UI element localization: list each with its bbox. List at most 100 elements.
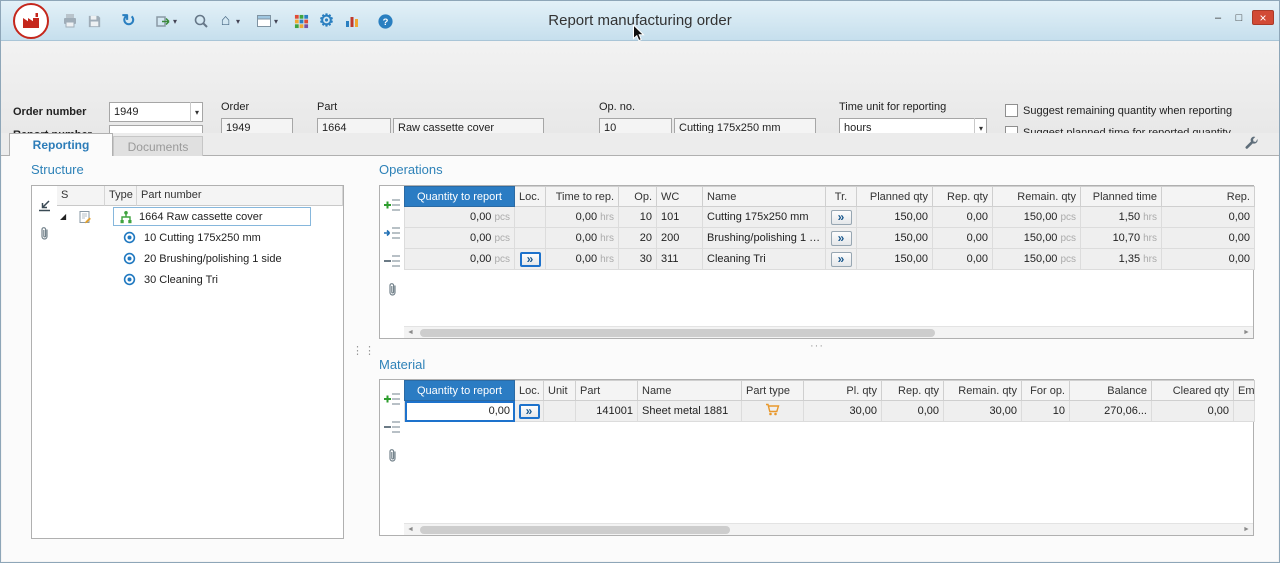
cell-balance[interactable]: 270,06... xyxy=(1070,401,1152,422)
cell-name[interactable]: Sheet metal 1881 xyxy=(638,401,742,422)
col-quantity-to-report[interactable]: Quantity to report xyxy=(405,187,515,207)
tab-reporting[interactable]: Reporting xyxy=(9,133,113,156)
tree-expander-icon[interactable]: ◢ xyxy=(60,212,73,221)
window-list-caret-icon[interactable]: ▾ xyxy=(274,17,278,26)
cell-name[interactable]: Cutting 175x250 mm xyxy=(703,207,826,228)
export-caret-icon[interactable]: ▾ xyxy=(173,17,177,26)
order-number-caret-icon[interactable]: ▾ xyxy=(190,102,202,122)
cell-planned-time[interactable]: 1,35hrs xyxy=(1081,249,1162,270)
maximize-button[interactable]: □ xyxy=(1230,10,1248,25)
col-for-op[interactable]: For op. xyxy=(1022,381,1070,401)
cell-op[interactable]: 20 xyxy=(619,228,657,249)
cell-remain-qty[interactable]: 30,00 xyxy=(944,401,1022,422)
col-balance[interactable]: Balance xyxy=(1070,381,1152,401)
col-em[interactable]: Em xyxy=(1234,381,1255,401)
cell-loc[interactable] xyxy=(515,207,546,228)
cell-time-to-rep[interactable]: 0,00hrs xyxy=(546,207,619,228)
transfer-button[interactable]: » xyxy=(831,252,852,267)
col-rep-qty[interactable]: Rep. qty xyxy=(882,381,944,401)
cell-rep[interactable]: 0,00 xyxy=(1162,249,1255,270)
col-op[interactable]: Op. xyxy=(619,187,657,207)
add-row-icon[interactable] xyxy=(383,391,401,407)
apps-grid-icon[interactable] xyxy=(289,9,314,33)
col-name[interactable]: Name xyxy=(638,381,742,401)
cell-rep[interactable]: 0,00 xyxy=(1162,228,1255,249)
cell-planned-qty[interactable]: 150,00 xyxy=(857,207,933,228)
cell-time-to-rep[interactable]: 0,00hrs xyxy=(546,228,619,249)
close-button[interactable]: × xyxy=(1252,10,1274,25)
cell-planned-qty[interactable]: 150,00 xyxy=(857,249,933,270)
col-quantity-to-report[interactable]: Quantity to report xyxy=(405,381,515,401)
export-icon[interactable] xyxy=(150,9,175,33)
col-wc[interactable]: WC xyxy=(657,187,703,207)
remove-row-icon[interactable] xyxy=(383,419,401,435)
col-remain-qty[interactable]: Remain. qty xyxy=(993,187,1081,207)
col-remain-qty[interactable]: Remain. qty xyxy=(944,381,1022,401)
window-list-icon[interactable] xyxy=(251,9,276,33)
cell-wc[interactable]: 200 xyxy=(657,228,703,249)
col-rep-qty[interactable]: Rep. qty xyxy=(933,187,993,207)
cell-for-op[interactable]: 10 xyxy=(1022,401,1070,422)
cell-name[interactable]: Brushing/polishing 1 side xyxy=(703,228,826,249)
cell-rep-qty[interactable]: 0,00 xyxy=(933,207,993,228)
cell-rep[interactable]: 0,00 xyxy=(1162,207,1255,228)
cell-remain-qty[interactable]: 150,00pcs xyxy=(993,228,1081,249)
operations-row[interactable]: 0,00pcs » 0,00hrs 30 311 Cleaning Tri » … xyxy=(405,249,1255,270)
settings-gear-icon[interactable]: ⚙ xyxy=(314,9,339,33)
operations-row[interactable]: 0,00pcs 0,00hrs 20 200 Brushing/polishin… xyxy=(405,228,1255,249)
cell-wc[interactable]: 311 xyxy=(657,249,703,270)
scroll-left-icon[interactable]: ◄ xyxy=(404,524,417,535)
col-loc[interactable]: Loc. xyxy=(515,187,546,207)
paperclip-icon[interactable] xyxy=(35,225,53,241)
add-row-icon[interactable] xyxy=(383,197,401,213)
settings-wrench-icon[interactable] xyxy=(1244,136,1259,156)
paperclip-icon[interactable] xyxy=(383,281,401,297)
col-pl-qty[interactable]: Pl. qty xyxy=(804,381,882,401)
help-icon[interactable]: ? xyxy=(373,9,398,33)
cell-qty-to-report[interactable]: 0,00pcs xyxy=(405,207,515,228)
cell-part[interactable]: 141001 xyxy=(576,401,638,422)
order-number-combobox[interactable]: 1949 ▾ xyxy=(109,102,203,122)
cell-cleared-qty[interactable]: 0,00 xyxy=(1152,401,1234,422)
tab-documents[interactable]: Documents xyxy=(113,136,203,156)
scrollbar-thumb[interactable] xyxy=(420,526,730,534)
col-s[interactable]: S xyxy=(57,186,105,206)
scrollbar-thumb[interactable] xyxy=(420,329,935,337)
cell-tr[interactable]: » xyxy=(826,228,857,249)
col-time-to-rep[interactable]: Time to rep. xyxy=(546,187,619,207)
horizontal-scrollbar[interactable]: ◄ ► xyxy=(404,523,1253,535)
location-button[interactable]: » xyxy=(519,404,540,419)
transfer-button[interactable]: » xyxy=(831,210,852,225)
cell-tr[interactable]: » xyxy=(826,207,857,228)
paperclip-icon[interactable] xyxy=(383,447,401,463)
material-row[interactable]: 0,00 » 141001 Sheet metal 1881 30,00 0,0… xyxy=(405,401,1255,422)
cell-planned-qty[interactable]: 150,00 xyxy=(857,228,933,249)
col-planned-time[interactable]: Planned time xyxy=(1081,187,1162,207)
col-type[interactable]: Type xyxy=(105,186,137,206)
cell-remain-qty[interactable]: 150,00pcs xyxy=(993,207,1081,228)
cell-unit[interactable] xyxy=(544,401,576,422)
scroll-right-icon[interactable]: ► xyxy=(1240,327,1253,338)
location-button[interactable]: » xyxy=(520,252,541,267)
scroll-right-icon[interactable]: ► xyxy=(1240,524,1253,535)
cell-loc[interactable] xyxy=(515,228,546,249)
col-unit[interactable]: Unit xyxy=(544,381,576,401)
cell-loc[interactable]: » xyxy=(515,249,546,270)
chart-icon[interactable] xyxy=(339,9,364,33)
col-tr[interactable]: Tr. xyxy=(826,187,857,207)
col-part-type[interactable]: Part type xyxy=(742,381,804,401)
cell-pl-qty[interactable]: 30,00 xyxy=(804,401,882,422)
cell-rep-qty[interactable]: 0,00 xyxy=(882,401,944,422)
cell-tr[interactable]: » xyxy=(826,249,857,270)
structure-row-operation[interactable]: 20 Brushing/polishing 1 side xyxy=(57,248,343,269)
cell-rep-qty[interactable]: 0,00 xyxy=(933,249,993,270)
insert-row-icon[interactable] xyxy=(383,225,401,241)
refresh-icon[interactable]: ↻ xyxy=(116,9,141,33)
home-icon[interactable]: ⌂ xyxy=(213,9,238,33)
structure-row-operation[interactable]: 30 Cleaning Tri xyxy=(57,269,343,290)
selected-row-highlight[interactable]: 1664 Raw cassette cover xyxy=(113,207,311,226)
print-icon[interactable] xyxy=(57,9,82,33)
search-icon[interactable] xyxy=(188,9,213,33)
cell-remain-qty[interactable]: 150,00pcs xyxy=(993,249,1081,270)
transfer-button[interactable]: » xyxy=(831,231,852,246)
